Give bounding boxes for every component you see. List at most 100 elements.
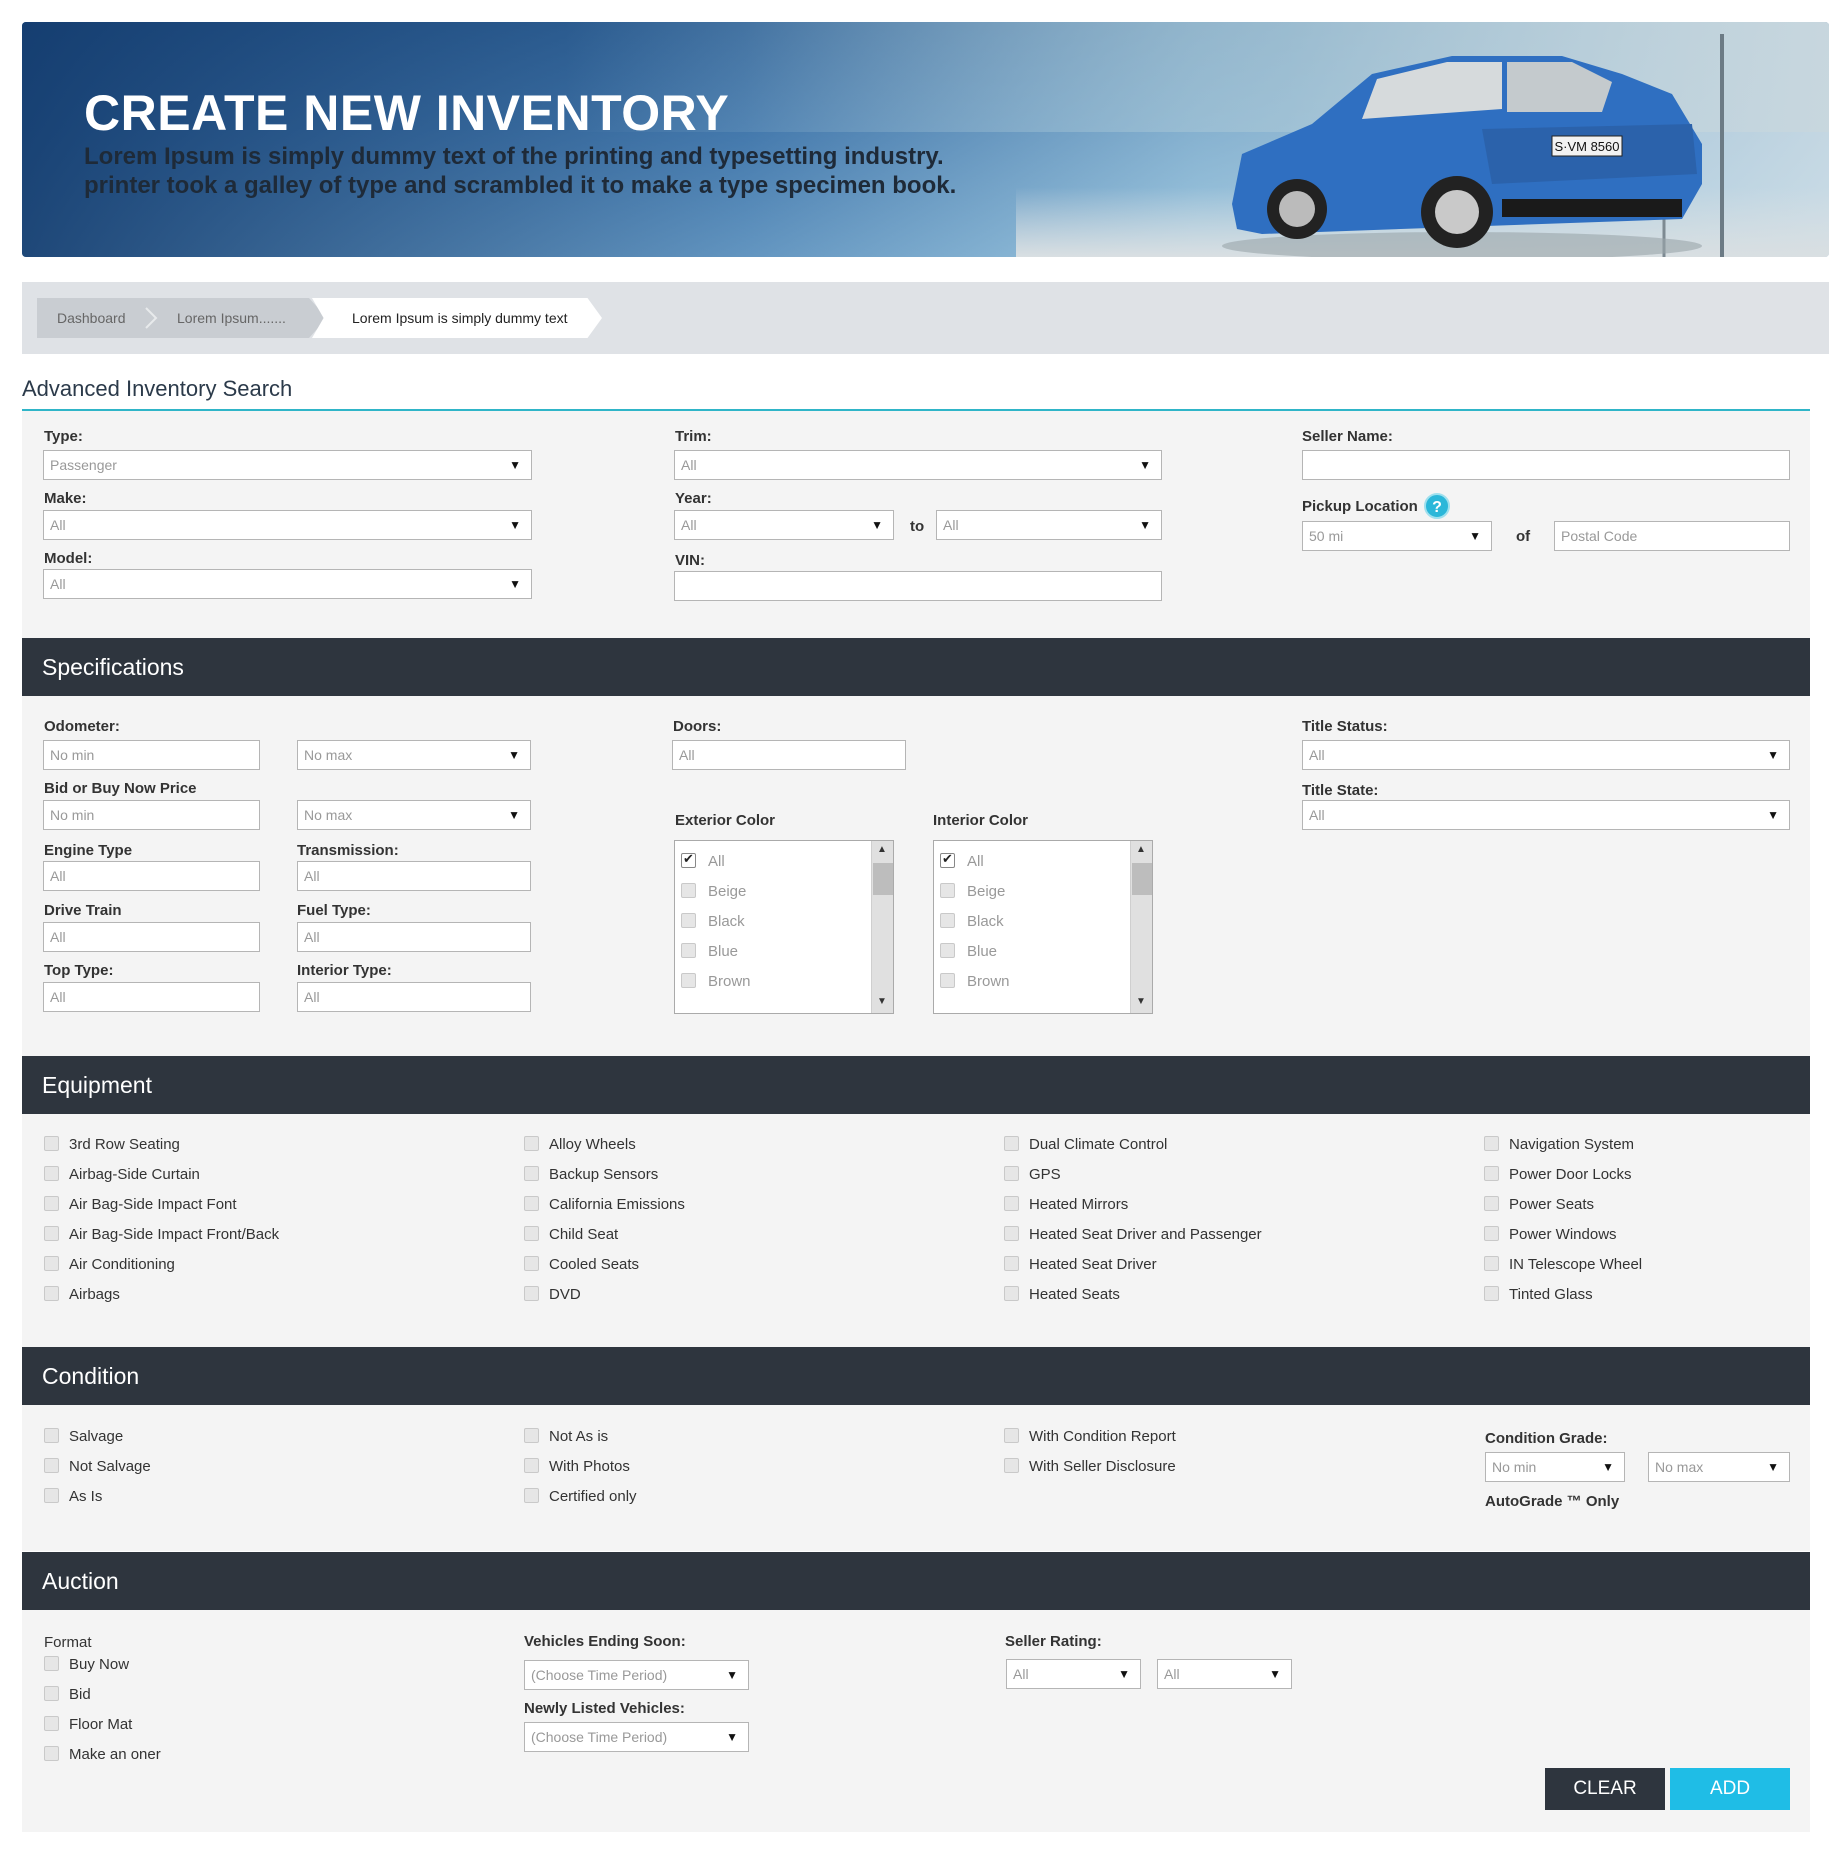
- checkbox-icon[interactable]: [524, 1195, 539, 1211]
- checkbox-air-conditioning[interactable]: Air Conditioning: [44, 1255, 175, 1274]
- exterior-color-beige[interactable]: Beige: [681, 882, 746, 900]
- checkbox-icon[interactable]: [524, 1135, 539, 1151]
- interior-color-all[interactable]: All: [940, 851, 984, 870]
- scrollbar[interactable]: ▲ ▼: [1130, 841, 1152, 1013]
- vin-input[interactable]: [674, 571, 1162, 601]
- checkbox-icon[interactable]: [1004, 1195, 1019, 1211]
- scrollbar[interactable]: ▲ ▼: [871, 841, 893, 1013]
- odometer-min-input[interactable]: No min: [43, 740, 260, 770]
- pickup-distance-select[interactable]: 50 mi: [1302, 521, 1492, 551]
- odometer-max-select[interactable]: No max: [297, 740, 531, 770]
- help-icon[interactable]: ?: [1424, 493, 1450, 519]
- checkbox-icon[interactable]: [1484, 1255, 1499, 1271]
- year-from-select[interactable]: All: [674, 510, 894, 540]
- postal-code-input[interactable]: Postal Code: [1554, 521, 1790, 551]
- checkbox-power-door-locks[interactable]: Power Door Locks: [1484, 1165, 1632, 1184]
- checkbox-icon[interactable]: [1484, 1135, 1499, 1151]
- checkbox-power-windows[interactable]: Power Windows: [1484, 1225, 1617, 1244]
- checkbox-checked-icon[interactable]: [940, 851, 955, 868]
- checkbox-bid[interactable]: Bid: [44, 1685, 91, 1704]
- checkbox-icon[interactable]: [681, 912, 696, 928]
- fuel-type-input[interactable]: All: [297, 922, 531, 952]
- trim-select[interactable]: All: [674, 450, 1162, 480]
- checkbox-icon[interactable]: [1004, 1255, 1019, 1271]
- checkbox-icon[interactable]: [1004, 1165, 1019, 1181]
- interior-color-list[interactable]: All Beige Black Blue Brown ▲ ▼: [933, 840, 1153, 1014]
- checkbox-icon[interactable]: [681, 972, 696, 988]
- checkbox-tinted-glass[interactable]: Tinted Glass: [1484, 1285, 1593, 1304]
- checkbox-icon[interactable]: [1484, 1285, 1499, 1301]
- seller-name-input[interactable]: [1302, 450, 1790, 480]
- checkbox-icon[interactable]: [1004, 1135, 1019, 1151]
- breadcrumb-dashboard[interactable]: Dashboard: [37, 298, 152, 338]
- checkbox-heated-seats[interactable]: Heated Seats: [1004, 1285, 1120, 1304]
- checkbox-navigation-system[interactable]: Navigation System: [1484, 1135, 1634, 1154]
- checkbox-with-photos[interactable]: With Photos: [524, 1457, 630, 1476]
- top-type-input[interactable]: All: [43, 982, 260, 1012]
- checkbox-heated-seat-driver[interactable]: Heated Seat Driver: [1004, 1255, 1157, 1274]
- checkbox-icon[interactable]: [940, 942, 955, 958]
- checkbox-with-seller-disclosure[interactable]: With Seller Disclosure: [1004, 1457, 1176, 1476]
- make-select[interactable]: All: [43, 510, 532, 540]
- checkbox-icon[interactable]: [1004, 1427, 1019, 1443]
- interior-color-brown[interactable]: Brown: [940, 972, 1010, 990]
- checkbox-icon[interactable]: [524, 1225, 539, 1241]
- checkbox-dvd[interactable]: DVD: [524, 1285, 581, 1304]
- checkbox-icon[interactable]: [1004, 1457, 1019, 1473]
- checkbox-icon[interactable]: [1004, 1285, 1019, 1301]
- transmission-input[interactable]: All: [297, 861, 531, 891]
- interior-type-input[interactable]: All: [297, 982, 531, 1012]
- checkbox-child-seat[interactable]: Child Seat: [524, 1225, 618, 1244]
- exterior-color-black[interactable]: Black: [681, 912, 745, 930]
- checkbox-dual-climate-control[interactable]: Dual Climate Control: [1004, 1135, 1167, 1154]
- seller-rating-to-select[interactable]: All: [1157, 1659, 1292, 1689]
- title-state-select[interactable]: All: [1302, 800, 1790, 830]
- checkbox-icon[interactable]: [44, 1165, 59, 1181]
- drive-train-input[interactable]: All: [43, 922, 260, 952]
- checkbox-icon[interactable]: [524, 1285, 539, 1301]
- checkbox-backup-sensors[interactable]: Backup Sensors: [524, 1165, 658, 1184]
- checkbox-icon[interactable]: [1484, 1225, 1499, 1241]
- checkbox-icon[interactable]: [524, 1457, 539, 1473]
- exterior-color-all[interactable]: All: [681, 851, 725, 870]
- checkbox-california-emissions[interactable]: California Emissions: [524, 1195, 685, 1214]
- newly-listed-select[interactable]: (Choose Time Period): [524, 1722, 749, 1752]
- checkbox-with-condition-report[interactable]: With Condition Report: [1004, 1427, 1176, 1446]
- type-select[interactable]: Passenger: [43, 450, 532, 480]
- checkbox-icon[interactable]: [940, 882, 955, 898]
- checkbox-air-bag-side-impact-front-back[interactable]: Air Bag-Side Impact Front/Back: [44, 1225, 279, 1244]
- exterior-color-list[interactable]: All Beige Black Blue Brown ▲ ▼: [674, 840, 894, 1014]
- scroll-up-icon[interactable]: ▲: [877, 844, 887, 855]
- seller-rating-from-select[interactable]: All: [1006, 1659, 1141, 1689]
- checkbox-checked-icon[interactable]: [681, 851, 696, 868]
- checkbox-gps[interactable]: GPS: [1004, 1165, 1061, 1184]
- checkbox-icon[interactable]: [524, 1427, 539, 1443]
- checkbox-icon[interactable]: [44, 1135, 59, 1151]
- checkbox-icon[interactable]: [44, 1457, 59, 1473]
- add-button[interactable]: ADD: [1670, 1768, 1790, 1810]
- doors-input[interactable]: All: [672, 740, 906, 770]
- clear-button[interactable]: CLEAR: [1545, 1768, 1665, 1810]
- checkbox-icon[interactable]: [681, 942, 696, 958]
- checkbox-icon[interactable]: [940, 912, 955, 928]
- checkbox-icon[interactable]: [44, 1745, 59, 1761]
- checkbox-icon[interactable]: [44, 1195, 59, 1211]
- checkbox-3rd-row-seating[interactable]: 3rd Row Seating: [44, 1135, 180, 1154]
- scroll-down-icon[interactable]: ▼: [877, 996, 887, 1007]
- checkbox-icon[interactable]: [524, 1165, 539, 1181]
- checkbox-icon[interactable]: [44, 1225, 59, 1241]
- scroll-up-icon[interactable]: ▲: [1136, 844, 1146, 855]
- checkbox-air-bag-side-impact-font[interactable]: Air Bag-Side Impact Font: [44, 1195, 237, 1214]
- title-status-select[interactable]: All: [1302, 740, 1790, 770]
- breadcrumb-lorem[interactable]: Lorem Ipsum.......: [147, 298, 327, 338]
- checkbox-power-seats[interactable]: Power Seats: [1484, 1195, 1594, 1214]
- price-min-input[interactable]: No min: [43, 800, 260, 830]
- engine-type-input[interactable]: All: [43, 861, 260, 891]
- year-to-select[interactable]: All: [936, 510, 1162, 540]
- checkbox-alloy-wheels[interactable]: Alloy Wheels: [524, 1135, 636, 1154]
- checkbox-heated-seat-driver-and-passenger[interactable]: Heated Seat Driver and Passenger: [1004, 1225, 1262, 1244]
- scroll-down-icon[interactable]: ▼: [1136, 996, 1146, 1007]
- checkbox-airbag-side-curtain[interactable]: Airbag-Side Curtain: [44, 1165, 200, 1184]
- checkbox-icon[interactable]: [1004, 1225, 1019, 1241]
- checkbox-not-as-is[interactable]: Not As is: [524, 1427, 608, 1446]
